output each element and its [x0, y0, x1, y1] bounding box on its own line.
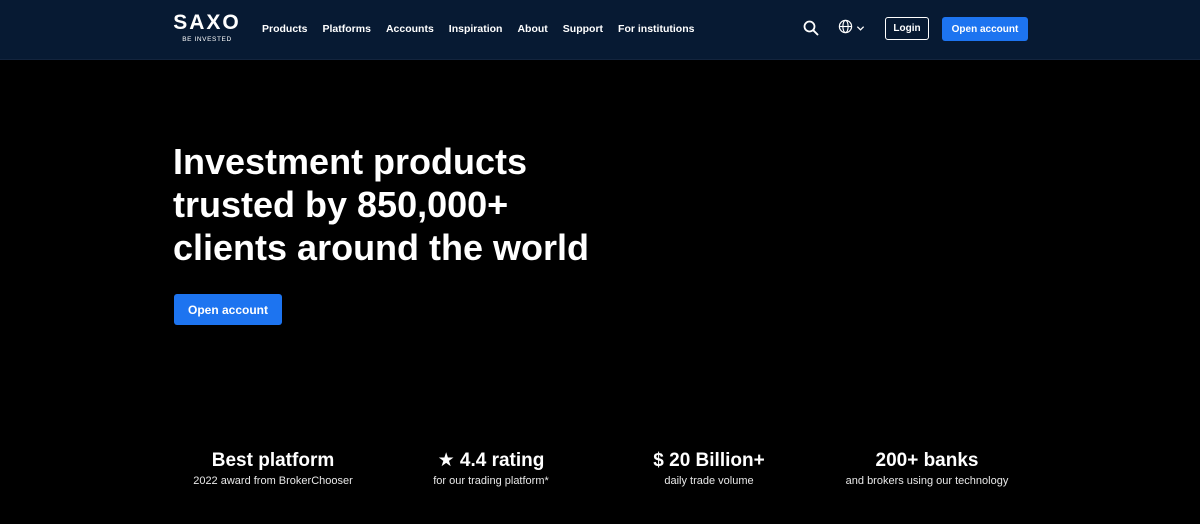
nav-item-platforms[interactable]: Platforms	[323, 22, 371, 36]
saxo-logo[interactable]: SAXO BE INVESTED	[173, 12, 241, 45]
main-nav: Products Platforms Accounts Inspiration …	[262, 22, 709, 36]
logo-tagline: BE INVESTED	[182, 36, 232, 43]
nav-item-accounts[interactable]: Accounts	[386, 22, 434, 36]
hero-title: Investment products trusted by 850,000+ …	[173, 140, 693, 269]
hero-title-line: clients around the world	[173, 227, 590, 268]
globe-icon	[838, 19, 853, 39]
stat-headline: Best platform	[211, 450, 335, 471]
chevron-down-icon	[856, 20, 865, 38]
nav-item-inspiration[interactable]: Inspiration	[449, 22, 503, 36]
nav-item-about[interactable]: About	[517, 22, 547, 36]
search-icon[interactable]	[803, 20, 819, 36]
stat-subtext: daily trade volume	[664, 475, 754, 487]
stat-headline: $ 20 Billion+	[653, 450, 765, 471]
stat-subtext: 2022 award from BrokerChooser	[193, 475, 353, 487]
login-button[interactable]: Login	[885, 17, 929, 40]
nav-item-support[interactable]: Support	[563, 22, 603, 36]
hero-title-line: trusted by 850,000+	[173, 184, 509, 225]
hero-title-line: Investment products	[173, 141, 528, 182]
stat-banks: 200+ banks and brokers using our technol…	[817, 450, 1037, 488]
stat-headline: 200+ banks	[875, 450, 979, 471]
stat-headline: ★ 4.4 rating	[437, 450, 545, 471]
stat-best-platform: Best platform 2022 award from BrokerChoo…	[163, 450, 383, 488]
stat-rating: ★ 4.4 rating for our trading platform*	[381, 450, 601, 488]
language-switcher[interactable]	[838, 19, 868, 39]
top-navigation-bar: SAXO BE INVESTED Products Platforms Acco…	[0, 0, 1200, 60]
stat-subtext: and brokers using our technology	[845, 475, 1009, 487]
stat-trade-volume: $ 20 Billion+ daily trade volume	[599, 450, 819, 488]
open-account-button[interactable]: Open account	[942, 17, 1028, 41]
logo-wordmark: SAXO	[173, 11, 241, 34]
nav-item-for-institutions[interactable]: For institutions	[618, 22, 694, 36]
nav-item-products[interactable]: Products	[262, 22, 308, 36]
hero-open-account-button[interactable]: Open account	[174, 294, 282, 325]
stat-subtext: for our trading platform*	[433, 475, 549, 487]
